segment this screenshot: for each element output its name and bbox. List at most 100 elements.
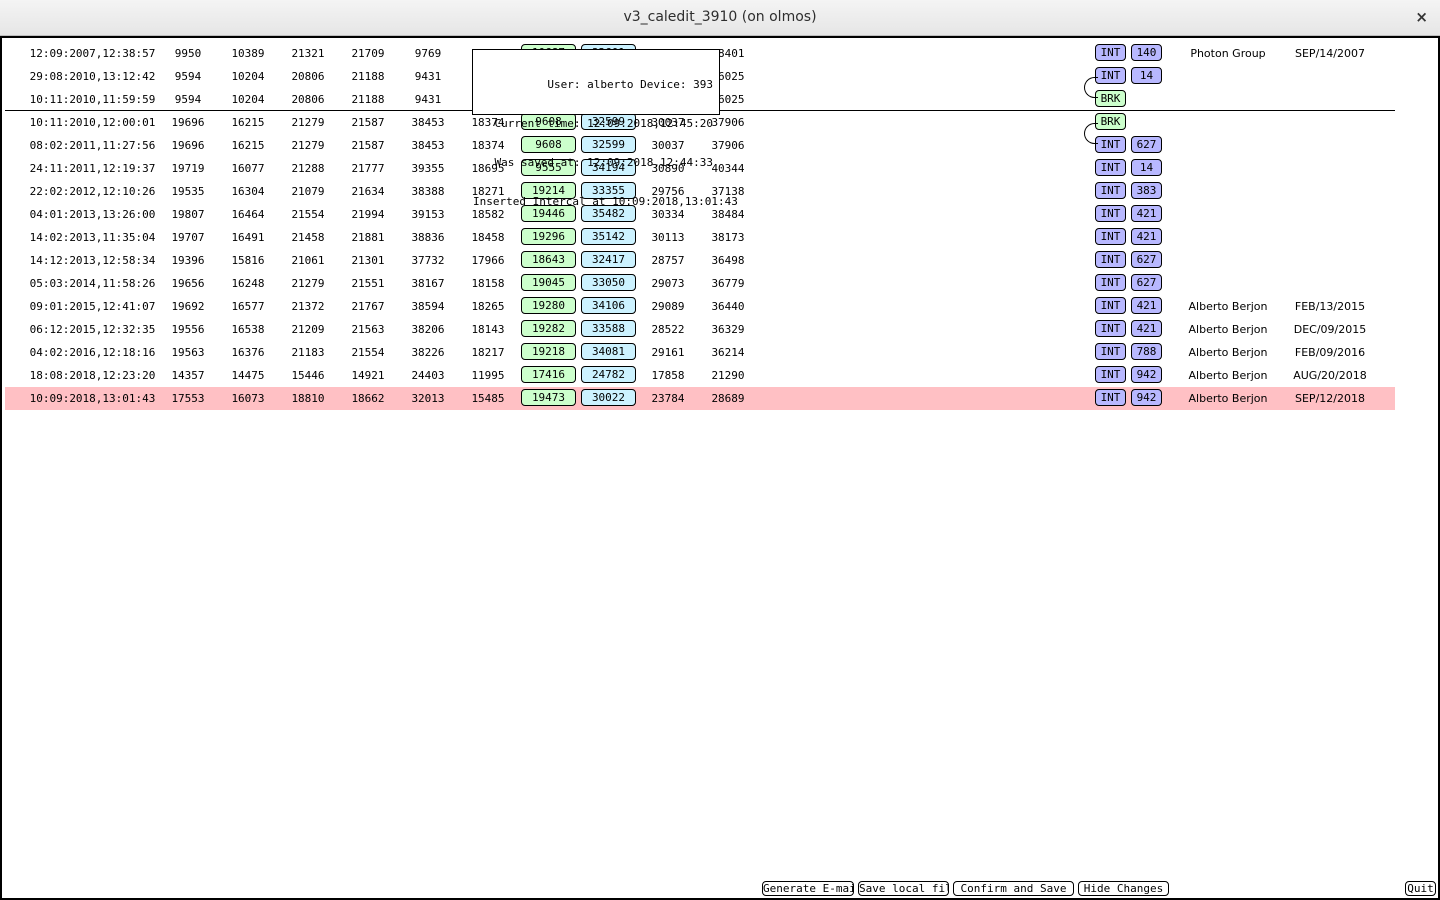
green-value-cell[interactable]: 18643 [521, 251, 576, 268]
row-user: Alberto Berjon [1188, 346, 1268, 359]
row-value: 15446 [291, 369, 325, 382]
device-number-tag[interactable]: 421 [1131, 320, 1162, 337]
break-tag[interactable]: BRK [1095, 90, 1126, 107]
table-row[interactable]: 04:02:2016,12:18:16 19563 16376 21183 21554 3… [5, 341, 1395, 364]
break-tag[interactable]: BRK [1095, 113, 1126, 130]
row-value: 18217 [471, 346, 505, 359]
row-value: 10204 [231, 70, 265, 83]
green-value-cell[interactable]: 17416 [521, 366, 576, 383]
table-row[interactable]: 14:12:2013,12:58:34 19396 15816 21061 21301 3… [5, 249, 1395, 272]
hide-changes-button[interactable]: Hide Changes [1078, 881, 1169, 896]
row-value: 39355 [411, 162, 445, 175]
row-value: 16073 [231, 392, 265, 405]
row-date-saved: AUG/20/2018 [1293, 369, 1367, 382]
row-value: 38836 [411, 231, 445, 244]
row-value: 9950 [174, 47, 202, 60]
device-number-tag[interactable]: 942 [1131, 366, 1162, 383]
row-value: 18265 [471, 300, 505, 313]
table-row[interactable]: 14:02:2013,11:35:04 19707 16491 21458 21881 3… [5, 226, 1395, 249]
intercal-tag[interactable]: INT [1095, 67, 1126, 84]
table-row[interactable]: 05:03:2014,11:58:26 19656 16248 21279 21551 3… [5, 272, 1395, 295]
row-value: 21551 [351, 277, 385, 290]
row-date-saved: FEB/09/2016 [1294, 346, 1366, 359]
generate-email-button[interactable]: Generate E-mail [762, 881, 854, 896]
green-value-cell[interactable]: 19280 [521, 297, 576, 314]
green-value-cell[interactable]: 19218 [521, 343, 576, 360]
device-number-tag[interactable]: 14 [1131, 67, 1162, 84]
row-value: 21767 [351, 300, 385, 313]
save-local-file-button[interactable]: Save local file [858, 881, 949, 896]
device-number-tag[interactable]: 14 [1131, 159, 1162, 176]
intercal-tag[interactable]: INT [1095, 366, 1126, 383]
green-value-cell[interactable]: 19282 [521, 320, 576, 337]
intercal-tag[interactable]: INT [1095, 343, 1126, 360]
intercal-tag[interactable]: INT [1095, 320, 1126, 337]
blue-value-cell[interactable]: 35142 [581, 228, 636, 245]
blue-value-cell[interactable]: 34081 [581, 343, 636, 360]
row-value: 19696 [171, 116, 205, 129]
intercal-tag[interactable]: INT [1095, 389, 1126, 406]
device-number-tag[interactable]: 383 [1131, 182, 1162, 199]
row-value: 21279 [291, 116, 325, 129]
device-number-tag[interactable]: 140 [1131, 44, 1162, 61]
device-number-tag[interactable]: 942 [1131, 389, 1162, 406]
row-value: 23784 [651, 392, 685, 405]
row-value: 10204 [231, 93, 265, 106]
blue-value-cell[interactable]: 24782 [581, 366, 636, 383]
confirm-and-save-button[interactable]: Confirm and Save [953, 881, 1074, 896]
intercal-tag[interactable]: INT [1095, 205, 1126, 222]
row-value: 36440 [711, 300, 745, 313]
row-date-saved: FEB/13/2015 [1294, 300, 1366, 313]
intercal-tag[interactable]: INT [1095, 44, 1126, 61]
row-value: 19719 [171, 162, 205, 175]
window-titlebar: v3_caledit_3910 (on olmos) × [0, 0, 1440, 36]
row-value: 11995 [471, 369, 505, 382]
intercal-tag[interactable]: INT [1095, 228, 1126, 245]
intercal-tag[interactable]: INT [1095, 159, 1126, 176]
row-value: 19696 [171, 139, 205, 152]
device-number-tag[interactable]: 421 [1131, 297, 1162, 314]
break-link-arc [1084, 123, 1098, 144]
row-value: 15485 [471, 392, 505, 405]
intercal-tag[interactable]: INT [1095, 297, 1126, 314]
green-value-cell[interactable]: 19296 [521, 228, 576, 245]
row-value: 38388 [411, 185, 445, 198]
table-row[interactable]: 09:01:2015,12:41:07 19692 16577 21372 21767 3… [5, 295, 1395, 318]
device-number-tag[interactable]: 788 [1131, 343, 1162, 360]
green-value-cell[interactable]: 19045 [521, 274, 576, 291]
row-value: 19556 [171, 323, 205, 336]
intercal-tag[interactable]: INT [1095, 251, 1126, 268]
intercal-tag[interactable]: INT [1095, 136, 1126, 153]
row-date: 06:12:2015,12:32:35 [29, 323, 156, 336]
row-value: 38453 [411, 139, 445, 152]
row-date-saved: SEP/12/2018 [1295, 392, 1365, 405]
row-value: 16248 [231, 277, 265, 290]
row-value: 21061 [291, 254, 325, 267]
device-number-tag[interactable]: 627 [1131, 251, 1162, 268]
table-row[interactable]: 10:09:2018,13:01:43 17553 16073 18810 18662 3… [5, 387, 1395, 410]
row-value: 16304 [231, 185, 265, 198]
blue-value-cell[interactable]: 33588 [581, 320, 636, 337]
device-number-tag[interactable]: 627 [1131, 136, 1162, 153]
row-value: 20806 [291, 93, 325, 106]
close-icon[interactable]: × [1415, 8, 1428, 26]
blue-value-cell[interactable]: 30022 [581, 389, 636, 406]
green-value-cell[interactable]: 19473 [521, 389, 576, 406]
row-value: 19807 [171, 208, 205, 221]
row-value: 21634 [351, 185, 385, 198]
table-row[interactable]: 06:12:2015,12:32:35 19556 16538 21209 21563 3… [5, 318, 1395, 341]
blue-value-cell[interactable]: 32417 [581, 251, 636, 268]
row-user: Photon Group [1190, 47, 1266, 60]
device-number-tag[interactable]: 627 [1131, 274, 1162, 291]
intercal-tag[interactable]: INT [1095, 182, 1126, 199]
intercal-tag[interactable]: INT [1095, 274, 1126, 291]
device-number-tag[interactable]: 421 [1131, 228, 1162, 245]
blue-value-cell[interactable]: 34106 [581, 297, 636, 314]
row-value: 21288 [291, 162, 325, 175]
device-number-tag[interactable]: 421 [1131, 205, 1162, 222]
quit-button[interactable]: Quit [1405, 881, 1436, 896]
row-user: Alberto Berjon [1188, 323, 1268, 336]
row-value: 21279 [291, 139, 325, 152]
table-row[interactable]: 18:08:2018,12:23:20 14357 14475 15446 14921 2… [5, 364, 1395, 387]
blue-value-cell[interactable]: 33050 [581, 274, 636, 291]
